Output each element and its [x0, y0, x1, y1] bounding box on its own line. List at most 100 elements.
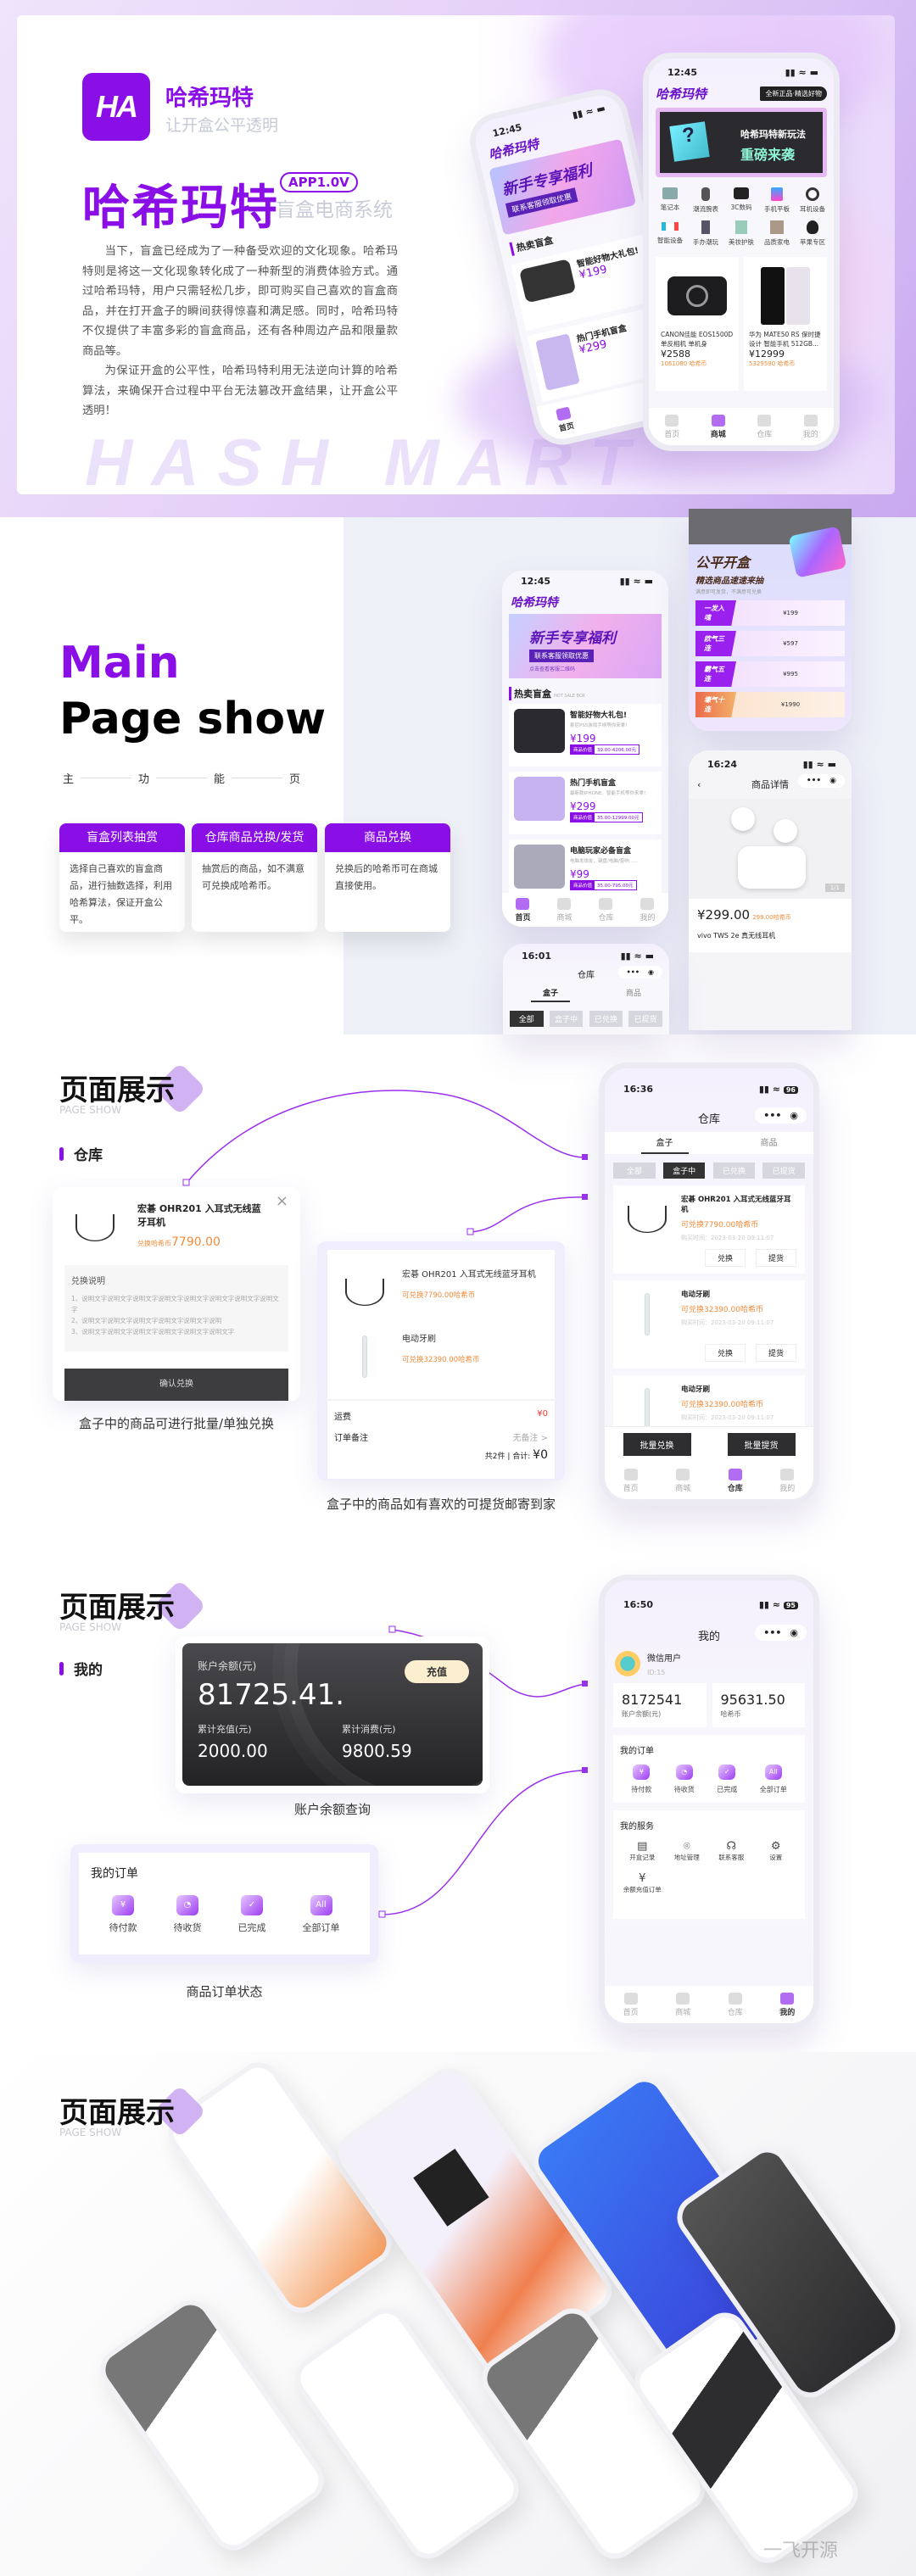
- category-item[interactable]: 苹果专区: [795, 220, 830, 247]
- order-status-pending-receipt[interactable]: ◔ 待收货: [174, 1895, 202, 1934]
- promo-banner[interactable]: 新手专享福利 联系客服领取优惠 点击查看客服二维码: [509, 614, 662, 678]
- back-icon[interactable]: ‹: [697, 779, 701, 790]
- category-item[interactable]: 品质家电: [759, 220, 795, 247]
- filter-all[interactable]: 全部: [613, 1163, 656, 1179]
- pickup-button[interactable]: 提货: [755, 1249, 796, 1267]
- order-remark-row[interactable]: 订单备注 无备注 >: [327, 1422, 555, 1443]
- tab-mine[interactable]: 我的: [779, 1468, 795, 1493]
- capsule-menu[interactable]: ••• ◉: [797, 774, 845, 788]
- promo-banner[interactable]: ? 哈希玛特新玩法 重磅来袭: [656, 108, 827, 177]
- feature-desc: 抽赏后的商品，如不满意可兑换成哈希币。: [202, 863, 304, 891]
- filter-exchanged[interactable]: 已兑换: [712, 1163, 756, 1179]
- service-recharge-orders[interactable]: ¥ 余额充值订单: [620, 1872, 665, 1894]
- order-status-pending-payment[interactable]: ¥ 待付款: [109, 1895, 137, 1934]
- batch-pickup-button[interactable]: 批量提货: [727, 1433, 796, 1456]
- tab-bar: 首页 商城 仓库 我的: [605, 1986, 813, 2023]
- filter-exchanged[interactable]: 已兑换: [589, 1011, 623, 1027]
- tab-box[interactable]: 盒子: [530, 987, 570, 1002]
- tab-mall[interactable]: 商城: [675, 1468, 690, 1493]
- capsule-menu[interactable]: ••• ◉: [755, 1107, 807, 1124]
- tab-home[interactable]: 首页: [515, 897, 531, 923]
- category-item[interactable]: 美妆护肤: [723, 220, 759, 247]
- tab-home[interactable]: 首页: [664, 414, 679, 439]
- order-status-completed[interactable]: ✓ 已完成: [717, 1765, 737, 1794]
- batch-exchange-button[interactable]: 批量兑换: [623, 1433, 691, 1456]
- box-item[interactable]: 智能好物大礼包! 索尼PS5游戏手柄等你来拿! ¥199 商品价值 39.00-4206…: [509, 704, 662, 767]
- tab-box[interactable]: 盒子: [640, 1135, 689, 1154]
- tab-mine[interactable]: 我的: [803, 414, 818, 439]
- service-open-records[interactable]: ▤ 开盒记录: [620, 1840, 665, 1862]
- category-item[interactable]: 3C数码: [723, 187, 759, 214]
- stat-balance[interactable]: 8172541 账户余额(元): [613, 1683, 707, 1727]
- filter-in-box[interactable]: 盒子中: [662, 1163, 706, 1179]
- category-item[interactable]: 笔记本: [652, 187, 688, 214]
- tab-warehouse[interactable]: 仓库: [598, 897, 614, 923]
- tab-mall[interactable]: 商城: [675, 1992, 690, 2017]
- category-item[interactable]: 耳机设备: [795, 187, 830, 214]
- order-status-pending-payment[interactable]: ¥ 待付款: [631, 1765, 651, 1794]
- draw-tier-button[interactable]: 一发入魂 ¥199: [695, 600, 845, 626]
- draw-tier-button[interactable]: 欧气三连 ¥597: [695, 631, 845, 656]
- tab-mine[interactable]: 我的: [640, 897, 656, 923]
- filter-picked-up[interactable]: 已提货: [628, 1011, 662, 1027]
- tab-warehouse[interactable]: 仓库: [728, 1992, 743, 2017]
- recharge-button[interactable]: 充值: [404, 1660, 469, 1683]
- coin-unit: 哈希币: [689, 360, 707, 367]
- capsule-menu[interactable]: ••• ◉: [617, 966, 662, 979]
- signal-icon: ▮▮ ≈ ▬: [619, 576, 653, 587]
- status-time: 16:50: [623, 1599, 654, 1610]
- confirm-exchange-button[interactable]: 确认兑换: [64, 1369, 288, 1401]
- hero-phone-mall: 12:45 ▮▮ ≈ ▬ 哈希玛特 全新正品·精选好物 ? 哈希玛特新玩法 重磅来…: [643, 53, 840, 451]
- order-status-completed[interactable]: ✓ 已完成: [238, 1895, 266, 1934]
- connector-node: [182, 1179, 190, 1186]
- exchange-button[interactable]: 兑换: [704, 1249, 746, 1267]
- close-icon[interactable]: ×: [276, 1192, 288, 1210]
- stat-coins[interactable]: 95631.50 哈希币: [712, 1683, 805, 1727]
- tab-warehouse[interactable]: 仓库: [757, 414, 772, 439]
- draw-tier-button[interactable]: 霸气五连 ¥995: [695, 661, 845, 687]
- user-profile[interactable]: 微信用户 ID:15: [605, 1649, 813, 1683]
- category-item[interactable]: 手办潮玩: [688, 220, 723, 247]
- label: 首页: [623, 2008, 639, 2017]
- product-card[interactable]: CANON佳能 EOS1500D 单反相机 单机身 ¥2588 1061080 …: [656, 257, 739, 391]
- tab-home[interactable]: 首页: [623, 1468, 639, 1493]
- order-status-pending-receipt[interactable]: ◔ 待收货: [674, 1765, 695, 1794]
- order-status-all[interactable]: All 全部订单: [303, 1895, 340, 1934]
- tier-label: 壕气十连: [695, 692, 736, 717]
- wallet-icon: ¥: [639, 1872, 646, 1885]
- tab-goods[interactable]: 商品: [626, 987, 641, 1002]
- tab-mall[interactable]: 商城: [711, 414, 726, 439]
- tab-mall[interactable]: 商城: [556, 897, 572, 923]
- filter-all[interactable]: 全部: [510, 1011, 544, 1027]
- app-logo: HA: [82, 73, 150, 141]
- service-address[interactable]: ⌾ 地址管理: [665, 1840, 710, 1862]
- order-status-all[interactable]: All 全部订单: [760, 1765, 787, 1794]
- warehouse-item[interactable]: 宏碁 OHR201 入耳式无线蓝牙耳机 可兑换7790.00哈希币 购买时间：202…: [613, 1185, 805, 1274]
- box-item[interactable]: 热门手机盲盒 最新款IPHONE、智能手机等你来拿! ¥299 商品价值 35.00-1…: [509, 772, 662, 834]
- warehouse-item[interactable]: 电动牙刷 可兑换32390.00哈希币 购买时间：2023-03-20 09:11:…: [613, 1280, 805, 1369]
- filter-picked-up[interactable]: 已提货: [762, 1163, 805, 1179]
- category-item[interactable]: 潮流腕表: [688, 187, 723, 214]
- product-coins: 1061080: [661, 360, 688, 367]
- my-orders: 我的订单 ¥ 待付款 ◔ 待收货 ✓ 已完成 All 全部订单: [613, 1735, 805, 1803]
- category-item[interactable]: 智能设备: [652, 220, 688, 247]
- tab-warehouse[interactable]: 仓库: [728, 1468, 743, 1493]
- exchange-button[interactable]: 兑换: [704, 1344, 746, 1362]
- category-item[interactable]: 手机平板: [759, 187, 795, 214]
- product-card[interactable]: 华为 MATE50 RS 保时捷设计 智能手机 512GB... ¥12999 …: [744, 257, 827, 391]
- tab-goods[interactable]: 商品: [761, 1135, 778, 1154]
- label: 美妆护肤: [729, 238, 754, 246]
- yuan-icon: ¥: [112, 1895, 134, 1915]
- tab-home[interactable]: 首页: [555, 405, 575, 433]
- label: 待付款: [631, 1786, 652, 1793]
- capsule-menu[interactable]: ••• ◉: [755, 1625, 807, 1641]
- tab-mine[interactable]: 我的: [779, 1992, 795, 2017]
- draw-tier-button[interactable]: 壕气十连 ¥1990: [695, 692, 845, 717]
- service-support[interactable]: ☊ 联系客服: [709, 1840, 754, 1862]
- tab-home[interactable]: 首页: [623, 1992, 639, 2017]
- label: 95: [783, 1602, 798, 1609]
- label: 首页: [623, 1484, 639, 1493]
- service-settings[interactable]: ⚙ 设置: [754, 1840, 799, 1862]
- filter-in-box[interactable]: 盒子中: [549, 1011, 584, 1027]
- pickup-button[interactable]: 提货: [755, 1344, 796, 1362]
